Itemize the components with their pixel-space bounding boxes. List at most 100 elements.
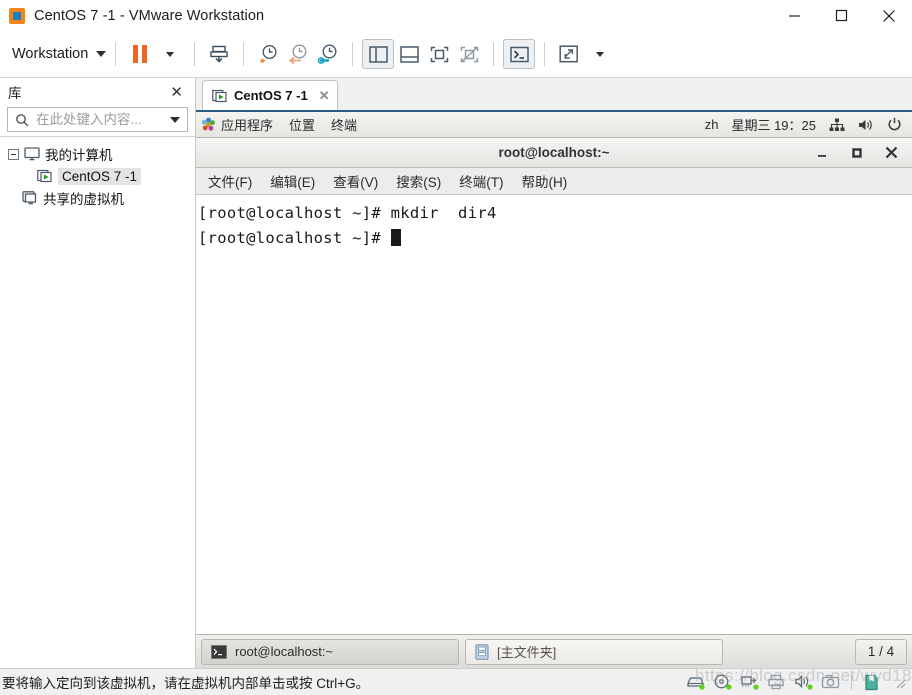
library-search-box[interactable] [7, 107, 188, 132]
vmware-workstation-window: CentOS 7 -1 - VMware Workstation Worksta… [0, 0, 912, 695]
terminal-menu-view[interactable]: 查看(V) [333, 171, 378, 191]
taskbar-item-terminal[interactable]: root@localhost:~ [201, 638, 459, 665]
computer-icon [24, 147, 40, 161]
terminal-prompt-icon [510, 46, 529, 62]
camera-icon[interactable] [821, 674, 840, 690]
tab-close-icon[interactable]: ✕ [319, 89, 330, 102]
file-manager-icon [475, 643, 489, 660]
terminal-close-button[interactable] [885, 146, 898, 159]
terminal-minimize-button[interactable] [817, 147, 829, 159]
gnome-foot-icon [201, 117, 215, 131]
terminal-maximize-button[interactable] [851, 147, 863, 159]
sound-card-icon[interactable] [794, 674, 813, 690]
terminal-titlebar: root@localhost:~ [196, 138, 912, 168]
pause-icon [133, 45, 148, 63]
vmware-logo-icon [9, 7, 25, 24]
terminal-menu-terminal[interactable]: 终端(T) [459, 171, 503, 191]
panel-bottom-icon [400, 45, 419, 63]
device-status-icons [686, 674, 908, 691]
revert-snapshot-button[interactable] [283, 39, 313, 69]
taskbar-item-home-folder[interactable]: [主文件夹] [465, 638, 723, 665]
vm-running-icon [37, 169, 52, 183]
taskbar-item-label: root@localhost:~ [235, 644, 334, 659]
vm-tabstrip: CentOS 7 -1 ✕ [196, 78, 912, 110]
gnome-menu-terminal[interactable]: 终端 [331, 115, 357, 134]
gnome-menu-applications[interactable]: 应用程序 [201, 115, 273, 134]
tree-item-centos-7-1[interactable]: CentOS 7 -1 [0, 165, 195, 187]
toolbar-separator [243, 42, 245, 66]
tree-item-my-computer[interactable]: 我的计算机 [0, 143, 195, 165]
maximize-button[interactable] [818, 0, 865, 31]
console-view-icon [430, 46, 449, 62]
hard-disk-icon[interactable] [686, 674, 705, 690]
power-icon[interactable] [887, 117, 902, 132]
gnome-menu-places[interactable]: 位置 [289, 115, 315, 134]
tree-item-shared-vms[interactable]: 共享的虚拟机 [0, 187, 195, 209]
vmware-statusbar: 要将输入定向到该虚拟机，请在虚拟机内部单击或按 Ctrl+G。 [0, 668, 912, 695]
fullscreen-dropdown-button[interactable] [584, 39, 614, 69]
power-button[interactable] [204, 39, 234, 69]
tree-item-label: CentOS 7 -1 [58, 167, 142, 185]
collapse-expander-icon[interactable] [8, 148, 19, 160]
toolbar-separator [544, 42, 546, 66]
volume-icon[interactable] [858, 118, 874, 132]
keyboard-layout-indicator[interactable]: zh [705, 117, 719, 132]
search-input[interactable] [34, 111, 166, 128]
fullscreen-button[interactable] [554, 39, 584, 69]
guest-screen[interactable]: 应用程序 位置 终端 zh 星期三 19：25 root@localhost:~… [196, 110, 912, 668]
hide-console-view-button[interactable] [454, 39, 484, 69]
send-ctrl-alt-del-button[interactable] [503, 39, 536, 69]
terminal-menu-file[interactable]: 文件(F) [208, 171, 252, 191]
workspace-switcher[interactable]: 1 / 4 [855, 638, 907, 665]
toolbar-separator [115, 42, 117, 66]
tree-item-label: 我的计算机 [45, 148, 113, 163]
close-button[interactable] [865, 0, 912, 31]
suspend-button[interactable] [125, 39, 155, 69]
workspace-indicator-label: 1 / 4 [867, 644, 895, 659]
take-snapshot-button[interactable] [253, 39, 283, 69]
status-message: 要将输入定向到该虚拟机，请在虚拟机内部单击或按 Ctrl+G。 [2, 676, 370, 691]
terminal-menubar: 文件(F) 编辑(E) 查看(V) 搜索(S) 终端(T) 帮助(H) [196, 168, 912, 195]
minimize-button[interactable] [771, 0, 818, 31]
window-title: CentOS 7 -1 - VMware Workstation [34, 7, 265, 24]
cd-dvd-icon[interactable] [713, 674, 732, 690]
gnome-bottom-panel: root@localhost:~ [主文件夹] 1 / 4 [196, 634, 912, 668]
terminal-menu-help[interactable]: 帮助(H) [522, 171, 568, 191]
chevron-down-icon [96, 51, 107, 57]
library-tree: 我的计算机 CentOS 7 -1 共享的虚拟机 [0, 136, 195, 668]
show-thumbnail-bar-button[interactable] [394, 39, 424, 69]
terminal-title: root@localhost:~ [498, 145, 610, 160]
toolbar-separator [194, 42, 196, 66]
workstation-menu-button[interactable]: Workstation [12, 46, 107, 62]
close-library-icon[interactable]: ✕ [166, 85, 187, 100]
show-console-view-button[interactable] [424, 39, 454, 69]
terminal-cursor [390, 229, 401, 246]
snapshot-revert-icon [289, 44, 307, 65]
library-title: 库 [8, 86, 22, 101]
usb-icon[interactable] [863, 674, 880, 691]
statusbar-separator [851, 674, 852, 690]
suspend-dropdown-button[interactable] [155, 39, 185, 69]
toolbar-separator [352, 42, 354, 66]
main-toolbar: Workstation [0, 31, 912, 78]
vm-pane: CentOS 7 -1 ✕ 应用程序 位置 终端 zh 星期三 19：25 ro… [196, 78, 912, 668]
clock[interactable]: 星期三 19：25 [731, 115, 816, 134]
terminal-output-area[interactable]: [root@localhost ~]# mkdir dir4 [root@loc… [196, 195, 912, 634]
printer-icon[interactable] [767, 674, 786, 690]
gnome-menu-label: 终端 [331, 118, 358, 133]
resize-grip[interactable] [894, 676, 906, 689]
terminal-menu-search[interactable]: 搜索(S) [396, 171, 441, 191]
gnome-menu-label: 应用程序 [221, 118, 274, 133]
network-icon[interactable] [829, 118, 845, 132]
terminal-line: [root@localhost ~]# mkdir dir4 [198, 204, 497, 222]
tab-centos-7-1[interactable]: CentOS 7 -1 ✕ [202, 80, 338, 110]
vm-running-icon [212, 89, 227, 102]
workstation-menu-label: Workstation [12, 46, 89, 62]
terminal-menu-edit[interactable]: 编辑(E) [270, 171, 315, 191]
window-controls [771, 0, 912, 31]
snapshot-manager-button[interactable] [313, 39, 343, 69]
search-dropdown-icon[interactable] [170, 116, 180, 123]
show-library-button[interactable] [362, 39, 395, 69]
network-adapter-icon[interactable] [740, 674, 759, 690]
terminal-prompt-line: [root@localhost ~]# [196, 226, 912, 251]
